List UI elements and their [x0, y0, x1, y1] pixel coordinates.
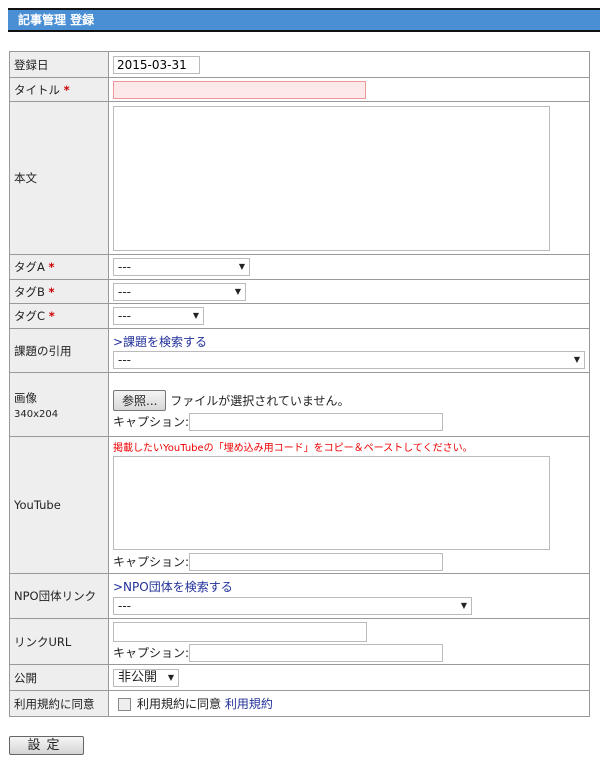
label-title: タイトル *: [9, 77, 109, 102]
tag-b-value: ---: [118, 284, 131, 299]
tag-c-select[interactable]: --- ▼: [113, 307, 204, 325]
label-issue: 課題の引用: [9, 328, 109, 373]
npo-value: ---: [118, 598, 131, 613]
label-tag-b: タグB *: [9, 279, 109, 304]
tag-a-value: ---: [118, 260, 131, 274]
publish-value: 非公開: [118, 669, 158, 685]
publish-select[interactable]: 非公開 ▼: [113, 668, 179, 687]
chevron-down-icon: ▼: [238, 262, 245, 271]
tag-a-select[interactable]: --- ▼: [113, 258, 250, 276]
chevron-down-icon: ▼: [460, 600, 467, 610]
label-tag-b-text: タグB: [14, 284, 45, 299]
no-file-text: ファイルが選択されていません。: [170, 394, 350, 408]
npo-select[interactable]: --- ▼: [113, 596, 472, 615]
label-date: 登録日: [9, 51, 109, 78]
submit-button[interactable]: 設定: [9, 736, 84, 755]
link-url-input[interactable]: [113, 621, 367, 642]
image-caption-input[interactable]: [189, 413, 444, 431]
label-image-text: 画像: [14, 390, 37, 405]
required-mark: *: [48, 284, 55, 299]
chevron-down-icon: ▼: [573, 354, 580, 364]
label-tag-c: タグC *: [9, 303, 109, 329]
caption-label: キャプション:: [113, 415, 190, 429]
label-npo: NPO団体リンク: [9, 573, 109, 619]
chevron-down-icon: ▼: [192, 311, 199, 320]
title-input[interactable]: [113, 80, 366, 99]
body-textarea[interactable]: [113, 105, 550, 251]
label-image: 画像 340x204: [9, 372, 109, 437]
label-tag-a: タグA *: [9, 254, 109, 280]
required-mark: *: [48, 309, 55, 323]
youtube-caption-input[interactable]: [189, 553, 444, 571]
search-issue-link[interactable]: >課題を検索する: [113, 335, 207, 349]
terms-checkbox[interactable]: [118, 698, 131, 711]
browse-button[interactable]: 参照...: [113, 390, 167, 411]
label-terms: 利用規約に同意: [9, 690, 109, 717]
label-link-url: リンクURL: [9, 618, 109, 665]
youtube-note: 掲載したいYouTubeの「埋め込み用コード」をコピー＆ペーストしてください。: [113, 443, 473, 454]
tag-c-value: ---: [118, 309, 131, 323]
article-form: 登録日 タイトル * 本文 タグA * --- ▼ タグB * --- ▼ タグC …: [9, 51, 590, 717]
date-input[interactable]: [113, 55, 200, 74]
label-tag-a-text: タグA: [14, 260, 45, 274]
caption-label: キャプション:: [113, 555, 190, 569]
issue-value: ---: [118, 352, 131, 367]
chevron-down-icon: ▼: [234, 286, 241, 296]
terms-link[interactable]: 利用規約: [225, 697, 273, 711]
required-mark: *: [48, 260, 55, 274]
search-npo-link[interactable]: >NPO団体を検索する: [113, 580, 233, 594]
youtube-textarea[interactable]: [113, 456, 550, 550]
link-caption-input[interactable]: [189, 643, 444, 662]
label-title-text: タイトル: [14, 82, 60, 97]
row-date: 登録日: [9, 51, 590, 78]
label-youtube: YouTube: [9, 436, 109, 574]
label-tag-c-text: タグC: [14, 309, 46, 323]
issue-select[interactable]: --- ▼: [113, 350, 585, 369]
page-header: 記事管理 登録: [8, 8, 600, 32]
label-body: 本文: [9, 101, 109, 255]
image-size: 340x204: [14, 408, 59, 420]
terms-checkbox-label[interactable]: 利用規約に同意: [137, 697, 221, 711]
label-publish: 公開: [9, 664, 109, 691]
tag-b-select[interactable]: --- ▼: [113, 282, 246, 301]
caption-label: キャプション:: [113, 645, 190, 660]
chevron-down-icon: ▼: [167, 672, 174, 682]
required-mark: *: [63, 82, 70, 97]
